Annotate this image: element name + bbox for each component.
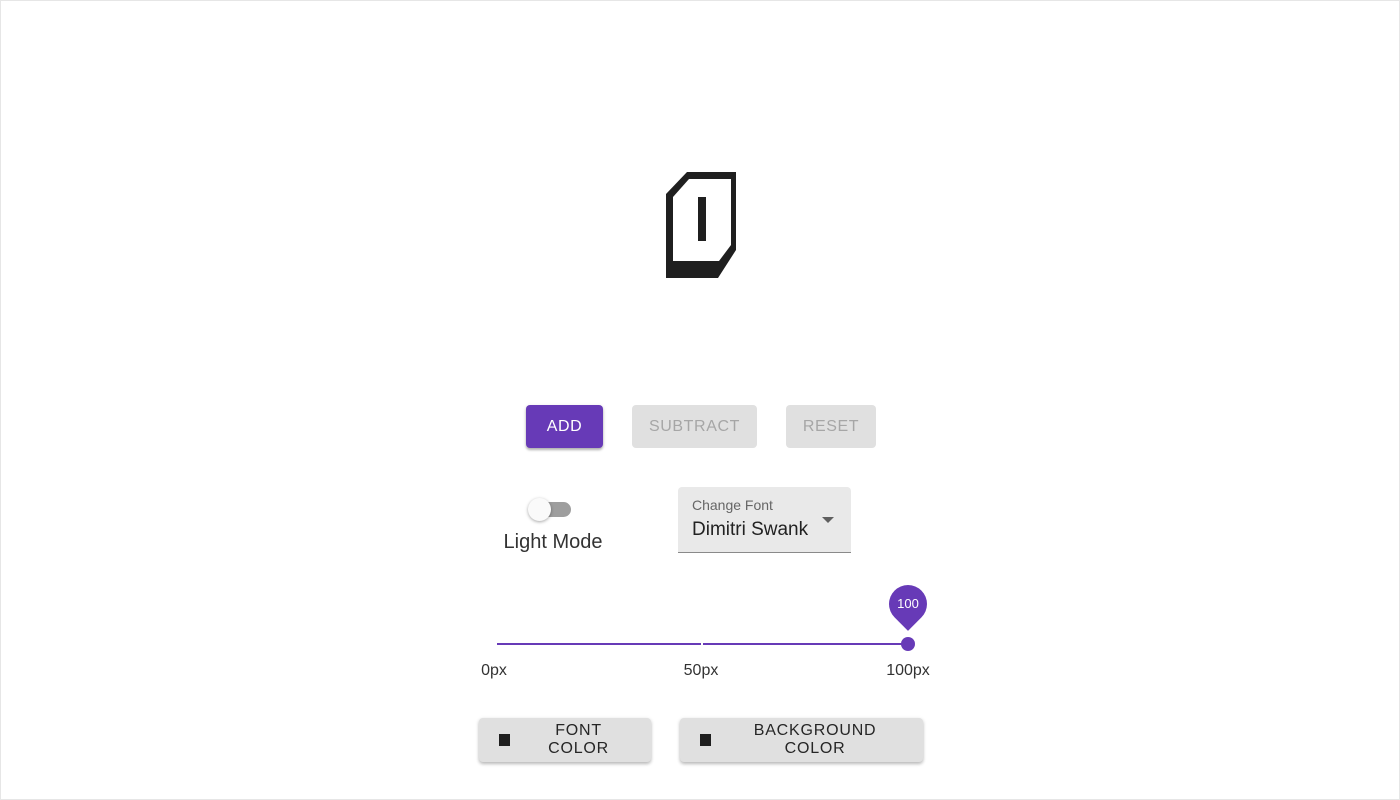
background-color-button[interactable]: BACKGROUND COLOR bbox=[680, 718, 923, 762]
background-color-label: BACKGROUND COLOR bbox=[753, 722, 877, 757]
light-mode-label: Light Mode bbox=[503, 531, 603, 553]
slider-mark-min bbox=[495, 642, 497, 646]
font-color-button[interactable]: FONT COLOR bbox=[479, 718, 651, 762]
subtract-button[interactable]: SUBTRACT bbox=[632, 405, 757, 448]
chevron-down-icon bbox=[822, 517, 834, 523]
font-color-swatch-icon bbox=[499, 734, 511, 746]
light-mode-toggle[interactable] bbox=[527, 497, 575, 523]
glyph-preview-icon bbox=[666, 172, 736, 278]
reset-button[interactable]: RESET bbox=[786, 405, 876, 448]
slider-tick-mid: 50px bbox=[683, 662, 719, 679]
slider-mark-mid bbox=[701, 642, 703, 646]
font-select-value: Dimitri Swank bbox=[692, 519, 809, 540]
slider-tick-min: 0px bbox=[481, 662, 507, 679]
slider-value-label: 100 bbox=[897, 596, 919, 611]
font-color-label: FONT COLOR bbox=[548, 722, 610, 757]
size-slider-thumb[interactable] bbox=[901, 637, 915, 651]
add-button[interactable]: ADD bbox=[526, 405, 603, 448]
font-select[interactable]: Change Font Dimitri Swank bbox=[678, 487, 851, 553]
slider-tick-max: 100px bbox=[886, 662, 930, 679]
background-color-swatch-icon bbox=[700, 734, 712, 746]
app-page: ADD SUBTRACT RESET Light Mode Change Fon… bbox=[0, 0, 1400, 800]
toggle-thumb[interactable] bbox=[528, 498, 551, 521]
font-select-label: Change Font bbox=[692, 497, 773, 513]
